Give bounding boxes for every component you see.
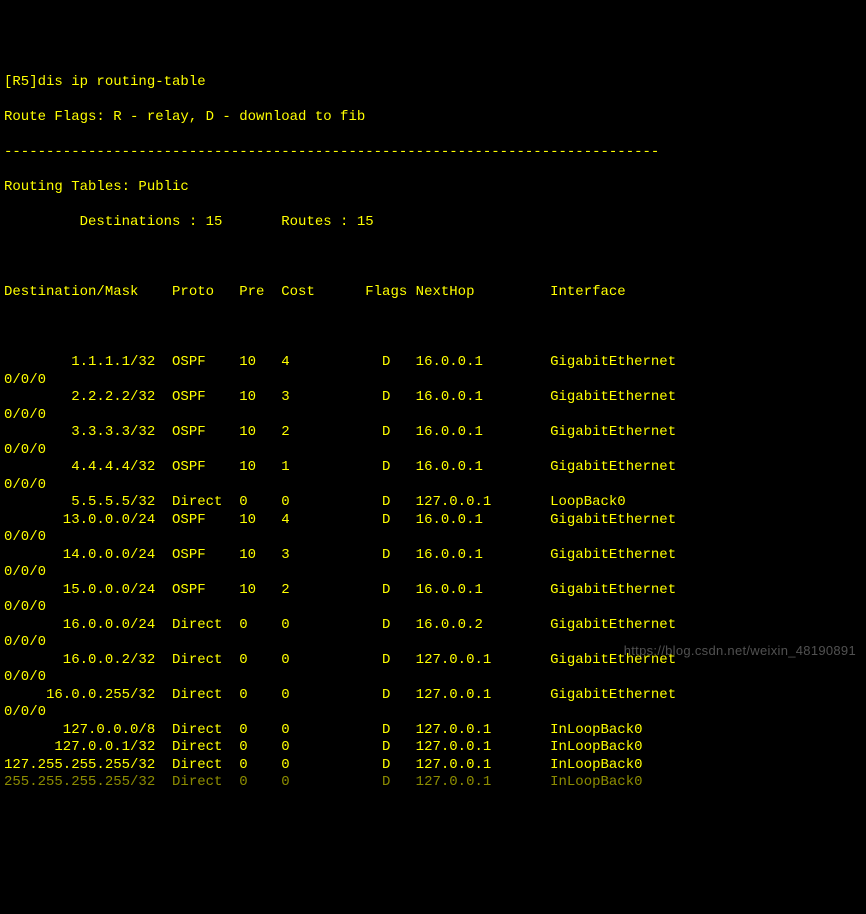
route-row-wrap: 0/0/0 [4, 669, 862, 687]
watermark: https://blog.csdn.net/weixin_48190891 [624, 643, 856, 659]
route-row: 5.5.5.5/32 Direct 0 0 D 127.0.0.1 LoopBa… [4, 494, 862, 512]
route-row: 14.0.0.0/24 OSPF 10 3 D 16.0.0.1 Gigabit… [4, 547, 862, 565]
route-row: 127.255.255.255/32 Direct 0 0 D 127.0.0.… [4, 757, 862, 775]
route-row: 1.1.1.1/32 OSPF 10 4 D 16.0.0.1 GigabitE… [4, 354, 862, 372]
route-row-wrap: 0/0/0 [4, 704, 862, 722]
blank-line [4, 319, 862, 337]
route-row-wrap: 0/0/0 [4, 407, 862, 425]
route-row: 255.255.255.255/32 Direct 0 0 D 127.0.0.… [4, 774, 862, 792]
flags-legend: Route Flags: R - relay, D - download to … [4, 109, 862, 127]
column-headers: Destination/Mask Proto Pre Cost Flags Ne… [4, 284, 862, 302]
tables-header: Routing Tables: Public [4, 179, 862, 197]
blank-line [4, 249, 862, 267]
separator: ----------------------------------------… [4, 144, 862, 162]
route-row-wrap: 0/0/0 [4, 372, 862, 390]
cli-prompt: [R5]dis ip routing-table [4, 74, 862, 92]
route-row: 16.0.0.0/24 Direct 0 0 D 16.0.0.2 Gigabi… [4, 617, 862, 635]
route-row-wrap: 0/0/0 [4, 477, 862, 495]
route-row-wrap: 0/0/0 [4, 442, 862, 460]
route-row-wrap: 0/0/0 [4, 599, 862, 617]
route-row: 15.0.0.0/24 OSPF 10 2 D 16.0.0.1 Gigabit… [4, 582, 862, 600]
routes-list: 1.1.1.1/32 OSPF 10 4 D 16.0.0.1 GigabitE… [4, 354, 862, 792]
route-row: 13.0.0.0/24 OSPF 10 4 D 16.0.0.1 Gigabit… [4, 512, 862, 530]
route-row: 127.0.0.1/32 Direct 0 0 D 127.0.0.1 InLo… [4, 739, 862, 757]
route-row: 127.0.0.0/8 Direct 0 0 D 127.0.0.1 InLoo… [4, 722, 862, 740]
route-row: 2.2.2.2/32 OSPF 10 3 D 16.0.0.1 GigabitE… [4, 389, 862, 407]
route-row-wrap: 0/0/0 [4, 529, 862, 547]
route-row: 4.4.4.4/32 OSPF 10 1 D 16.0.0.1 GigabitE… [4, 459, 862, 477]
route-row: 3.3.3.3/32 OSPF 10 2 D 16.0.0.1 GigabitE… [4, 424, 862, 442]
route-row: 16.0.0.255/32 Direct 0 0 D 127.0.0.1 Gig… [4, 687, 862, 705]
stats-line: Destinations : 15 Routes : 15 [4, 214, 862, 232]
route-row-wrap: 0/0/0 [4, 564, 862, 582]
